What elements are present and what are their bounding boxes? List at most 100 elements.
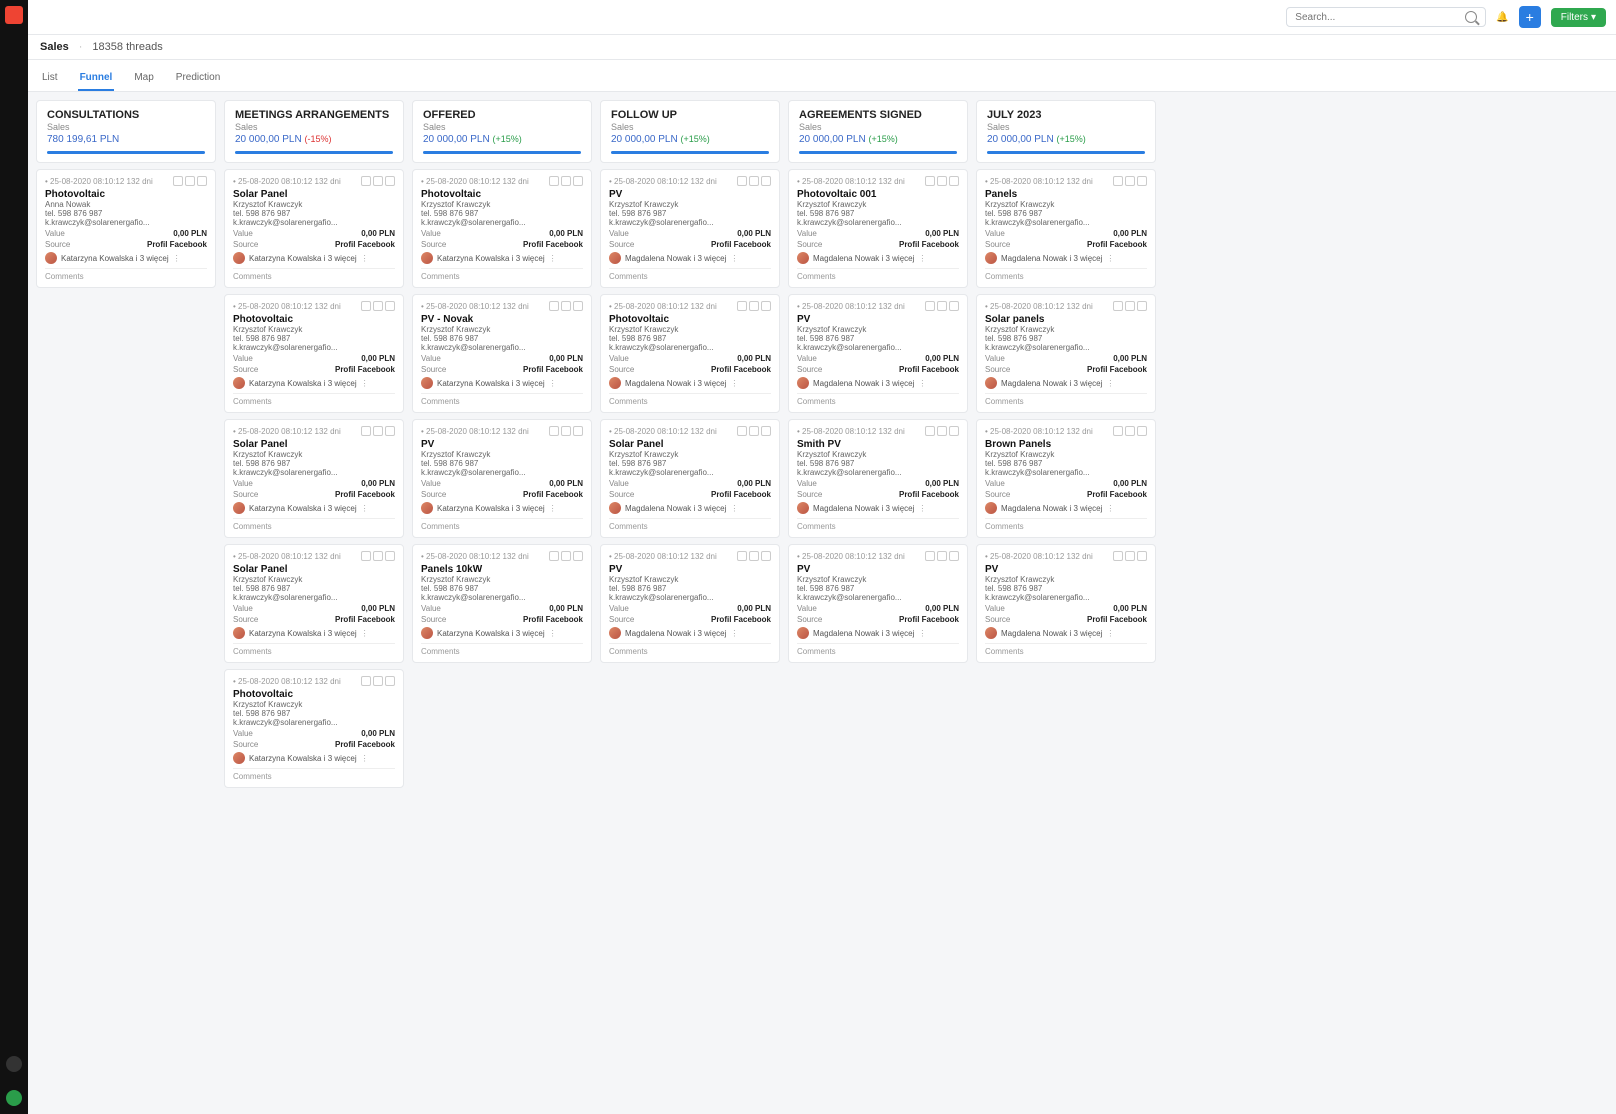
deal-card[interactable]: • 25-08-2020 08:10:12 132 dniPanelsKrzys… — [976, 169, 1156, 288]
tab-funnel[interactable]: Funnel — [78, 66, 115, 91]
card-comments-label[interactable]: Comments — [421, 393, 583, 406]
more-icon[interactable]: ⋮ — [1106, 629, 1114, 638]
bell-icon[interactable]: 🔔 — [1496, 12, 1508, 23]
more-icon[interactable]: ⋮ — [1106, 254, 1114, 263]
deal-card[interactable]: • 25-08-2020 08:10:12 132 dniPhotovoltai… — [36, 169, 216, 288]
deal-card[interactable]: • 25-08-2020 08:10:12 132 dniPhotovoltai… — [600, 294, 780, 413]
card-action-icons[interactable] — [361, 551, 395, 561]
more-icon[interactable]: ⋮ — [730, 254, 738, 263]
card-comments-label[interactable]: Comments — [233, 768, 395, 781]
more-icon[interactable]: ⋮ — [730, 629, 738, 638]
timer-icon[interactable] — [6, 1090, 22, 1106]
deal-card[interactable]: • 25-08-2020 08:10:12 132 dniSolar Panel… — [224, 419, 404, 538]
more-icon[interactable]: ⋮ — [918, 379, 926, 388]
deal-card[interactable]: • 25-08-2020 08:10:12 132 dniPVKrzysztof… — [412, 419, 592, 538]
deal-card[interactable]: • 25-08-2020 08:10:12 132 dniSolar panel… — [976, 294, 1156, 413]
more-icon[interactable]: ⋮ — [730, 379, 738, 388]
more-icon[interactable]: ⋮ — [173, 254, 181, 263]
card-action-icons[interactable] — [925, 301, 959, 311]
card-action-icons[interactable] — [549, 301, 583, 311]
search-input[interactable] — [1295, 12, 1465, 23]
card-action-icons[interactable] — [1113, 426, 1147, 436]
deal-card[interactable]: • 25-08-2020 08:10:12 132 dniPVKrzysztof… — [788, 544, 968, 663]
search-box[interactable] — [1286, 7, 1486, 27]
deal-card[interactable]: • 25-08-2020 08:10:12 132 dniPV - NovakK… — [412, 294, 592, 413]
deal-card[interactable]: • 25-08-2020 08:10:12 132 dniPhotovoltai… — [788, 169, 968, 288]
card-action-icons[interactable] — [737, 301, 771, 311]
card-action-icons[interactable] — [549, 551, 583, 561]
card-comments-label[interactable]: Comments — [609, 518, 771, 531]
tab-map[interactable]: Map — [132, 66, 155, 91]
tab-list[interactable]: List — [40, 66, 60, 91]
card-comments-label[interactable]: Comments — [233, 268, 395, 281]
more-icon[interactable]: ⋮ — [918, 629, 926, 638]
card-action-icons[interactable] — [549, 176, 583, 186]
card-comments-label[interactable]: Comments — [45, 268, 207, 281]
more-icon[interactable]: ⋮ — [361, 254, 369, 263]
deal-card[interactable]: • 25-08-2020 08:10:12 132 dniSolar Panel… — [600, 419, 780, 538]
card-comments-label[interactable]: Comments — [985, 518, 1147, 531]
more-icon[interactable]: ⋮ — [1106, 379, 1114, 388]
card-comments-label[interactable]: Comments — [985, 268, 1147, 281]
card-comments-label[interactable]: Comments — [609, 643, 771, 656]
card-comments-label[interactable]: Comments — [233, 518, 395, 531]
deal-card[interactable]: • 25-08-2020 08:10:12 132 dniPVKrzysztof… — [600, 169, 780, 288]
deal-card[interactable]: • 25-08-2020 08:10:12 132 dniPVKrzysztof… — [600, 544, 780, 663]
deal-card[interactable]: • 25-08-2020 08:10:12 132 dniSolar Panel… — [224, 544, 404, 663]
more-icon[interactable]: ⋮ — [361, 504, 369, 513]
deal-card[interactable]: • 25-08-2020 08:10:12 132 dniSolar Panel… — [224, 169, 404, 288]
card-comments-label[interactable]: Comments — [421, 268, 583, 281]
card-action-icons[interactable] — [925, 426, 959, 436]
card-action-icons[interactable] — [737, 176, 771, 186]
card-action-icons[interactable] — [737, 551, 771, 561]
card-comments-label[interactable]: Comments — [985, 393, 1147, 406]
card-comments-label[interactable]: Comments — [797, 268, 959, 281]
card-action-icons[interactable] — [361, 426, 395, 436]
more-icon[interactable]: ⋮ — [549, 629, 557, 638]
more-icon[interactable]: ⋮ — [918, 504, 926, 513]
deal-card[interactable]: • 25-08-2020 08:10:12 132 dniPanels 10kW… — [412, 544, 592, 663]
card-comments-label[interactable]: Comments — [797, 518, 959, 531]
card-comments-label[interactable]: Comments — [609, 268, 771, 281]
card-action-icons[interactable] — [737, 426, 771, 436]
card-action-icons[interactable] — [1113, 551, 1147, 561]
deal-card[interactable]: • 25-08-2020 08:10:12 132 dniPhotovoltai… — [224, 669, 404, 788]
deal-card[interactable]: • 25-08-2020 08:10:12 132 dniPhotovoltai… — [224, 294, 404, 413]
more-icon[interactable]: ⋮ — [549, 504, 557, 513]
card-comments-label[interactable]: Comments — [233, 643, 395, 656]
card-comments-label[interactable]: Comments — [421, 518, 583, 531]
more-icon[interactable]: ⋮ — [918, 254, 926, 263]
more-icon[interactable]: ⋮ — [361, 754, 369, 763]
more-icon[interactable]: ⋮ — [730, 504, 738, 513]
deal-card[interactable]: • 25-08-2020 08:10:12 132 dniPhotovoltai… — [412, 169, 592, 288]
card-comments-label[interactable]: Comments — [797, 643, 959, 656]
more-icon[interactable]: ⋮ — [361, 379, 369, 388]
card-comments-label[interactable]: Comments — [233, 393, 395, 406]
card-action-icons[interactable] — [361, 676, 395, 686]
add-button[interactable]: + — [1519, 6, 1541, 28]
deal-card[interactable]: • 25-08-2020 08:10:12 132 dniBrown Panel… — [976, 419, 1156, 538]
card-action-icons[interactable] — [549, 426, 583, 436]
tab-prediction[interactable]: Prediction — [174, 66, 222, 91]
user-avatar-icon[interactable] — [6, 1056, 22, 1072]
card-action-icons[interactable] — [1113, 176, 1147, 186]
card-comments-label[interactable]: Comments — [609, 393, 771, 406]
filters-button[interactable]: Filters ▾ — [1551, 8, 1606, 27]
more-icon[interactable]: ⋮ — [1106, 504, 1114, 513]
more-icon[interactable]: ⋮ — [549, 254, 557, 263]
card-comments-label[interactable]: Comments — [985, 643, 1147, 656]
card-action-icons[interactable] — [1113, 301, 1147, 311]
card-comments-label[interactable]: Comments — [797, 393, 959, 406]
app-logo[interactable] — [5, 6, 23, 24]
more-icon[interactable]: ⋮ — [549, 379, 557, 388]
more-icon[interactable]: ⋮ — [361, 629, 369, 638]
deal-card[interactable]: • 25-08-2020 08:10:12 132 dniSmith PVKrz… — [788, 419, 968, 538]
breadcrumb-section[interactable]: Sales — [40, 41, 69, 53]
card-comments-label[interactable]: Comments — [421, 643, 583, 656]
deal-card[interactable]: • 25-08-2020 08:10:12 132 dniPVKrzysztof… — [976, 544, 1156, 663]
card-action-icons[interactable] — [173, 176, 207, 186]
card-action-icons[interactable] — [925, 176, 959, 186]
deal-card[interactable]: • 25-08-2020 08:10:12 132 dniPVKrzysztof… — [788, 294, 968, 413]
card-action-icons[interactable] — [361, 176, 395, 186]
card-action-icons[interactable] — [361, 301, 395, 311]
